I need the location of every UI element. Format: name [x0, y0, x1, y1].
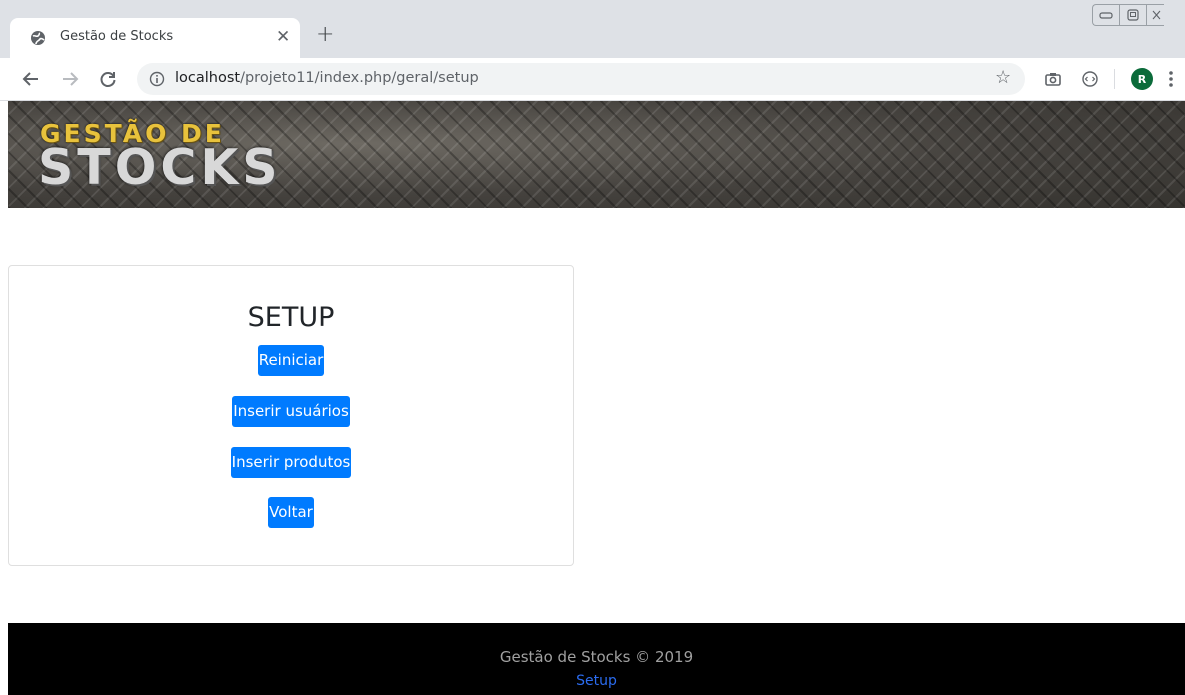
footer-link-row: Setup — [8, 673, 1185, 689]
address-bar[interactable]: localhost/projeto11/index.php/geral/setu… — [137, 63, 1025, 95]
back-icon[interactable] — [21, 69, 41, 89]
toolbar-separator — [1114, 69, 1115, 89]
reiniciar-button[interactable]: Reiniciar — [257, 345, 325, 376]
plus-icon[interactable]: + — [316, 23, 334, 47]
site-logo[interactable]: GESTÃO DE STOCKS — [38, 119, 313, 199]
close-icon[interactable]: ✕ — [276, 27, 290, 47]
close-window-icon — [1152, 10, 1160, 20]
reload-icon[interactable] — [98, 69, 118, 89]
inserir-produtos-row: Inserir produtos — [9, 447, 573, 478]
window-controls — [1092, 4, 1164, 28]
header-banner: GESTÃO DE STOCKS — [8, 101, 1185, 208]
close-window-button[interactable] — [1146, 4, 1164, 26]
browser-toolbar: localhost/projeto11/index.php/geral/setu… — [0, 58, 1185, 101]
maximize-button[interactable] — [1119, 4, 1146, 26]
tab-title: Gestão de Stocks — [60, 29, 174, 44]
setup-card: SETUP Reiniciar Inserir usuários Inserir… — [8, 265, 574, 566]
minimize-button[interactable] — [1092, 4, 1119, 26]
maximize-icon — [1127, 9, 1139, 21]
inserir-produtos-button[interactable]: Inserir produtos — [230, 447, 352, 478]
info-icon[interactable] — [149, 71, 165, 87]
star-icon[interactable]: ☆ — [995, 68, 1011, 88]
page-title: SETUP — [247, 302, 335, 333]
voltar-button[interactable]: Voltar — [268, 497, 314, 528]
camera-icon[interactable] — [1043, 69, 1063, 89]
url-path: /projeto11/index.php/geral/setup — [240, 70, 479, 86]
inserir-usuarios-row: Inserir usuários — [9, 396, 573, 427]
url-host: localhost — [175, 70, 241, 86]
forward-icon[interactable] — [60, 69, 80, 89]
footer-copyright: Gestão de Stocks © 2019 — [499, 648, 694, 666]
page-footer: Gestão de Stocks © 2019 Setup — [8, 623, 1185, 695]
extension-icon[interactable] — [1080, 69, 1100, 89]
inserir-usuarios-button[interactable]: Inserir usuários — [232, 396, 350, 427]
url-text[interactable]: localhost/projeto11/index.php/geral/setu… — [175, 70, 479, 86]
footer-setup-link[interactable]: Setup — [576, 673, 617, 689]
minimize-icon — [1099, 12, 1113, 19]
voltar-row: Voltar — [9, 497, 573, 528]
browser-tab-strip: Gestão de Stocks ✕ + — [0, 0, 1185, 58]
menu-dots-icon[interactable] — [1168, 68, 1174, 90]
globe-icon — [31, 31, 45, 45]
logo-line-2: STOCKS — [38, 139, 282, 196]
profile-avatar[interactable]: R — [1131, 68, 1153, 90]
reiniciar-row: Reiniciar — [9, 345, 573, 376]
browser-tab[interactable]: Gestão de Stocks ✕ — [10, 18, 300, 58]
